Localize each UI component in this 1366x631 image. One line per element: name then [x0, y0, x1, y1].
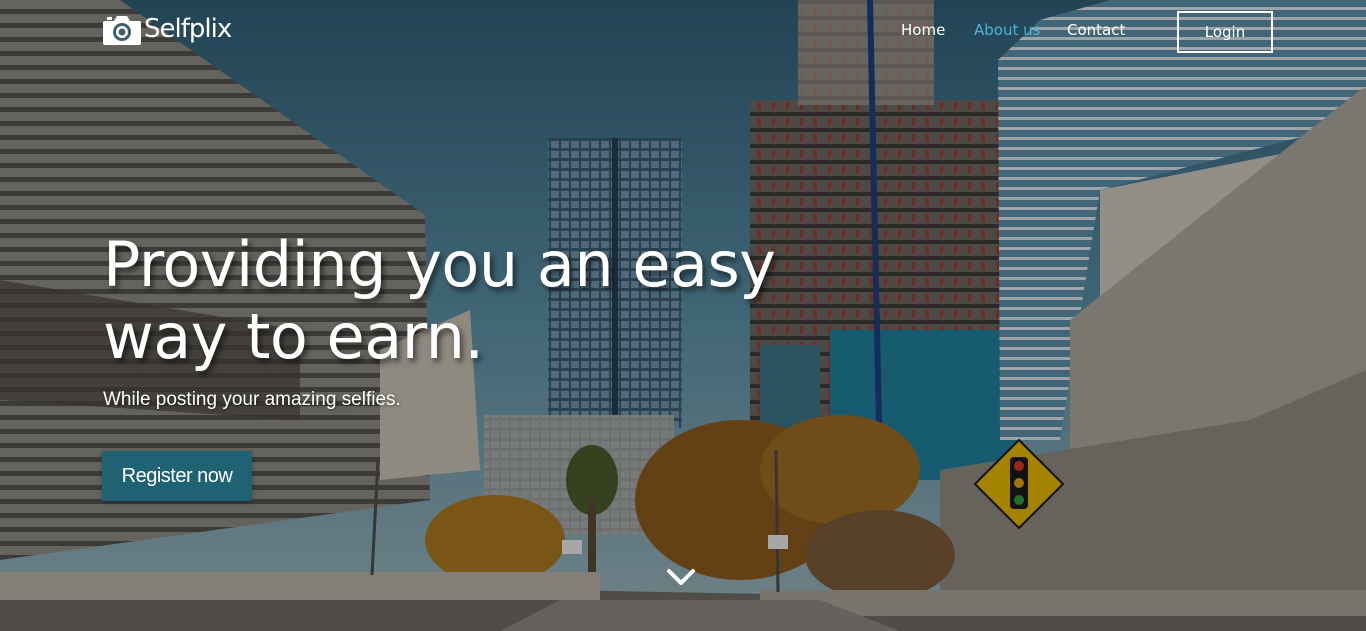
login-button[interactable]: Login: [1177, 11, 1273, 53]
nav-contact-link[interactable]: Contact: [1067, 21, 1125, 39]
nav-links: Home About us Contact: [0, 21, 1366, 43]
hero-headline: Providing you an easy way to earn.: [103, 228, 776, 373]
top-navbar: Selfplix Home About us Contact Login: [0, 0, 1366, 64]
nav-home-link[interactable]: Home: [901, 21, 945, 39]
chevron-down-icon[interactable]: [666, 566, 696, 588]
nav-about-link[interactable]: About us: [974, 21, 1040, 39]
hero-section: Selfplix Home About us Contact Login Pro…: [0, 0, 1366, 631]
register-button[interactable]: Register now: [102, 451, 252, 501]
hero-subheadline: While posting your amazing selfies.: [103, 389, 401, 410]
